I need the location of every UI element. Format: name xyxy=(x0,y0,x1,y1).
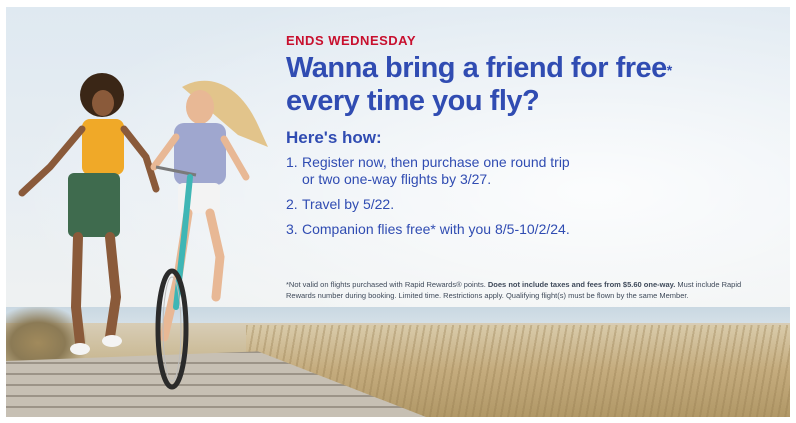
promo-banner[interactable]: ENDS WEDNESDAY Wanna bring a friend for … xyxy=(6,7,790,417)
step-number: 1. xyxy=(286,154,298,170)
disclaimer-text: *Not valid on flights purchased with Rap… xyxy=(286,279,766,301)
headline-line-1: Wanna bring a friend for free xyxy=(286,52,667,84)
headline-line-2: every time you fly? xyxy=(286,85,540,117)
step-text: Travel by 5/22. xyxy=(302,196,395,212)
promo-eyebrow: ENDS WEDNESDAY xyxy=(286,33,417,48)
step-text: Register now, then purchase one round tr… xyxy=(302,154,570,170)
disclaimer-part-1: *Not valid on flights purchased with Rap… xyxy=(286,280,486,289)
disclaimer-bold: Does not include taxes and fees from $5.… xyxy=(487,280,676,289)
cyclist-woman-figure xyxy=(150,80,268,390)
promo-frame: ENDS WEDNESDAY Wanna bring a friend for … xyxy=(0,0,796,423)
promo-headline: Wanna bring a friend for free* every tim… xyxy=(286,52,776,118)
step-text: Companion flies free* with you 8/5-10/2/… xyxy=(302,221,570,237)
step-item-1: 1. Register now, then purchase one round … xyxy=(286,154,776,188)
headline-asterisk: * xyxy=(666,62,672,78)
steps-list: 1. Register now, then purchase one round … xyxy=(286,154,776,238)
running-woman-figure xyxy=(18,73,160,355)
step-number: 2. xyxy=(286,196,298,212)
step-item-3: 3. Companion flies free* with you 8/5-10/… xyxy=(286,221,776,238)
step-item-2: 2. Travel by 5/22. xyxy=(286,196,776,213)
promo-copy: ENDS WEDNESDAY Wanna bring a friend for … xyxy=(286,33,776,246)
step-number: 3. xyxy=(286,221,298,237)
how-it-works-heading: Here's how: xyxy=(286,128,382,147)
step-text-continued: or two one-way flights by 3/27. xyxy=(302,171,492,187)
